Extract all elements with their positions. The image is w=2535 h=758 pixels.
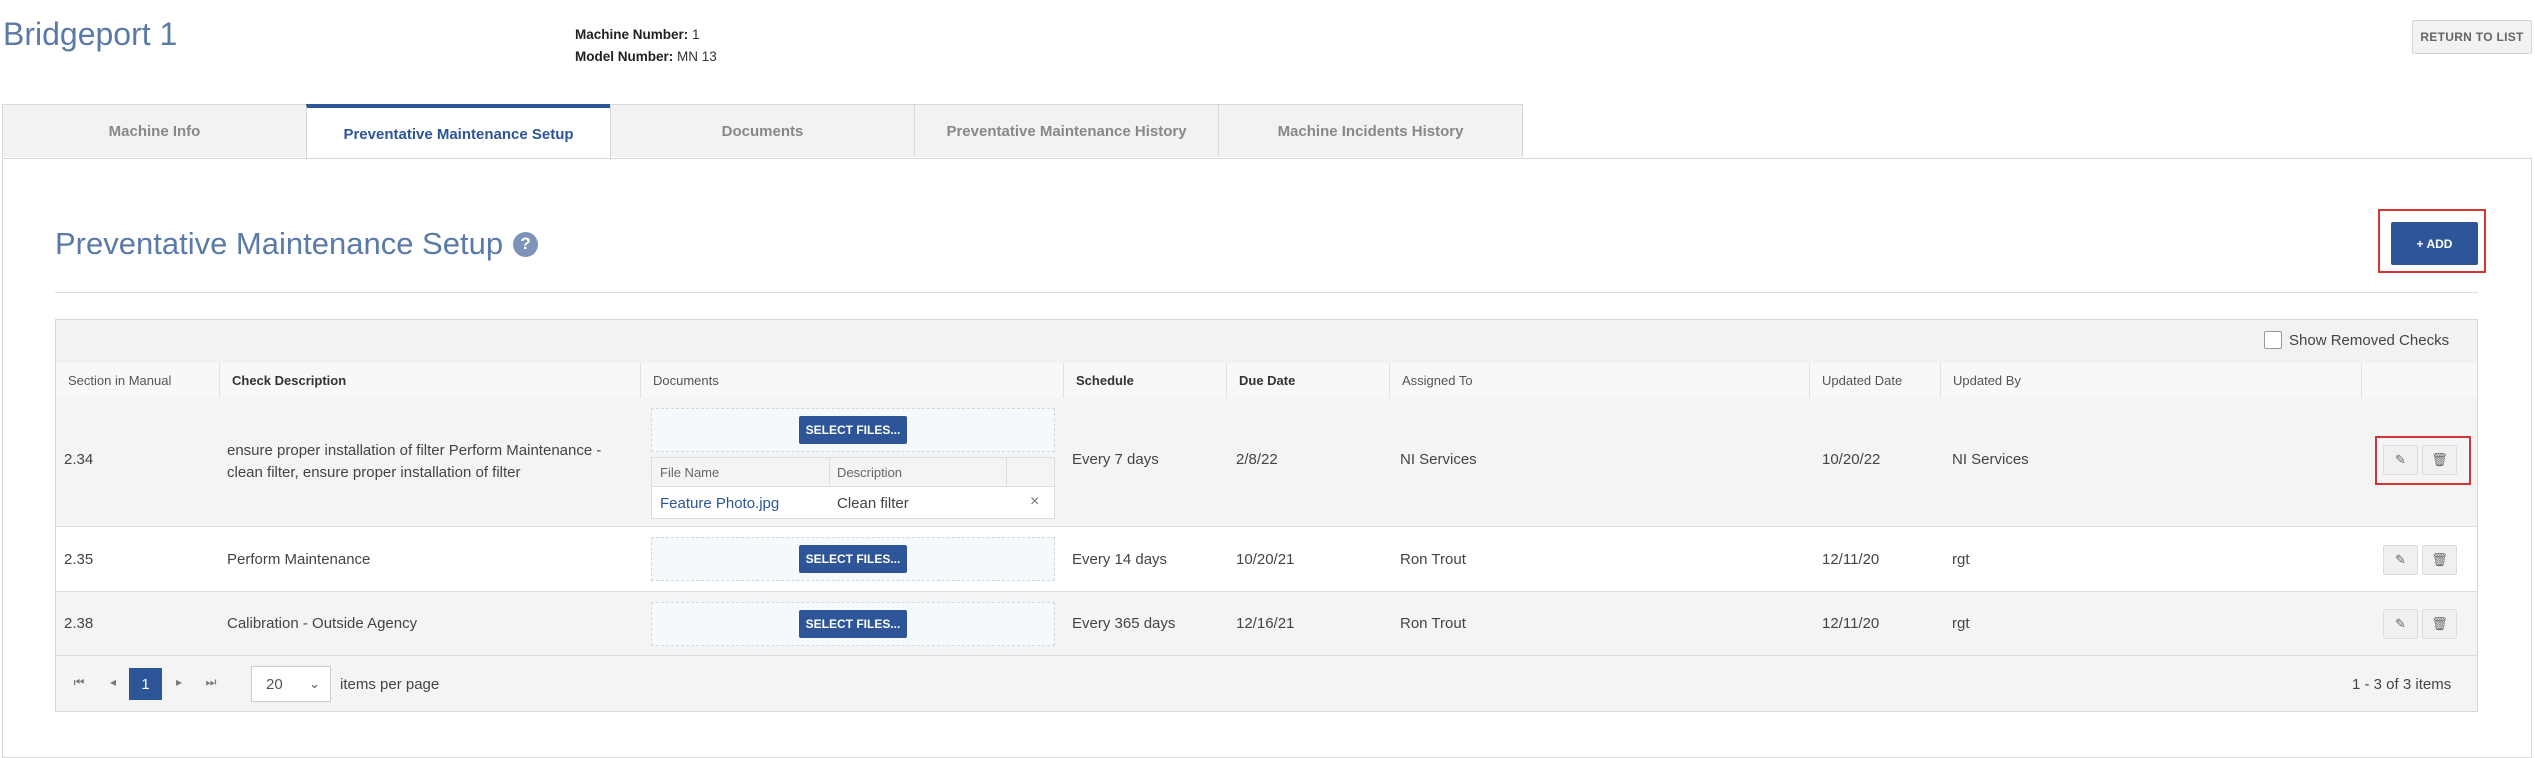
row-actions: ✎ 🗑 <box>2383 445 2457 475</box>
select-files-button[interactable]: SELECT FILES... <box>799 416 907 444</box>
show-removed-toggle[interactable]: Show Removed Checks <box>2264 331 2449 349</box>
page-size-select[interactable]: 20 ⌄ <box>251 666 331 702</box>
select-files-button[interactable]: SELECT FILES... <box>799 610 907 638</box>
tab-machine-info[interactable]: Machine Info <box>2 104 307 157</box>
col-updated-by[interactable]: Updated By <box>1940 363 2361 398</box>
page-title: Bridgeport 1 <box>3 16 178 52</box>
show-removed-checkbox[interactable] <box>2264 331 2282 349</box>
row-schedule: Every 7 days <box>1072 451 1159 468</box>
row-assigned-to: NI Services <box>1400 451 1477 468</box>
last-page-icon[interactable]: ⏭ <box>198 667 224 697</box>
row-updated-by: rgt <box>1952 551 1970 568</box>
machine-number: 1 <box>692 27 700 42</box>
col-section[interactable]: Section in Manual <box>56 363 219 398</box>
file-desc-header: Description <box>837 465 903 480</box>
row-schedule: Every 14 days <box>1072 551 1168 568</box>
row-section: 2.34 <box>64 451 94 468</box>
remove-file-icon[interactable]: × <box>1030 493 1039 511</box>
row-assigned-to: Ron Trout <box>1400 551 1466 568</box>
model-number: MN 13 <box>677 49 717 64</box>
tab-bar: Machine Info Preventative Maintenance Se… <box>2 104 1523 160</box>
items-per-page-label: items per page <box>340 676 440 693</box>
pager-range: 1 - 3 of 3 items <box>2352 676 2452 693</box>
row-description: Calibration - Outside Agency <box>227 615 418 632</box>
col-actions <box>2361 363 2477 398</box>
file-name-link[interactable]: Feature Photo.jpg <box>660 495 779 512</box>
select-files-button[interactable]: SELECT FILES... <box>799 545 907 573</box>
col-documents[interactable]: Documents <box>640 363 1063 398</box>
delete-icon[interactable]: 🗑 <box>2422 445 2457 475</box>
machine-number-label: Machine Number: <box>575 27 689 42</box>
section-divider <box>55 292 2478 293</box>
next-page-icon[interactable]: ▸ <box>166 667 192 697</box>
edit-icon[interactable]: ✎ <box>2383 609 2418 639</box>
row-updated-by: rgt <box>1952 615 1970 632</box>
col-assigned-to[interactable]: Assigned To <box>1389 363 1809 398</box>
page-button-current[interactable]: 1 <box>129 668 162 700</box>
chevron-down-icon: ⌄ <box>309 676 320 691</box>
row-updated-by: NI Services <box>1952 451 2029 468</box>
page-size-value: 20 <box>266 675 283 693</box>
col-schedule[interactable]: Schedule <box>1063 363 1226 398</box>
grid-toolbar <box>56 320 2477 364</box>
tab-preventative-maintenance-history[interactable]: Preventative Maintenance History <box>914 104 1219 157</box>
row-due-date: 2/8/22 <box>1236 451 1278 468</box>
row-description: Perform Maintenance <box>227 551 371 568</box>
upload-dropzone[interactable]: SELECT FILES... <box>651 537 1055 581</box>
row-due-date: 12/16/21 <box>1236 615 1295 632</box>
row-description: ensure proper installation of filter Per… <box>227 442 602 481</box>
machine-meta: Machine Number: 1 Model Number: MN 13 <box>575 24 717 68</box>
row-assigned-to: Ron Trout <box>1400 615 1466 632</box>
first-page-icon[interactable]: ⏮ <box>66 667 92 697</box>
edit-icon[interactable]: ✎ <box>2383 545 2418 575</box>
add-button[interactable]: + ADD <box>2391 222 2478 265</box>
row-updated-date: 10/20/22 <box>1822 451 1881 468</box>
row-section: 2.38 <box>64 615 94 632</box>
delete-icon[interactable]: 🗑 <box>2422 609 2457 639</box>
tab-documents[interactable]: Documents <box>610 104 915 157</box>
file-row: Feature Photo.jpg Clean filter × <box>652 487 1054 519</box>
prev-page-icon[interactable]: ◂ <box>100 667 126 697</box>
return-to-list-button[interactable]: RETURN TO LIST <box>2412 20 2532 54</box>
section-title: Preventative Maintenance Setup ? <box>55 226 539 262</box>
upload-dropzone[interactable]: SELECT FILES... <box>651 602 1055 646</box>
row-schedule: Every 365 days <box>1072 615 1176 632</box>
tab-machine-incidents-history[interactable]: Machine Incidents History <box>1218 104 1523 157</box>
file-name-header: File Name <box>660 465 720 480</box>
row-actions: ✎ 🗑 <box>2383 609 2457 639</box>
row-updated-date: 12/11/20 <box>1822 615 1880 632</box>
section-title-text: Preventative Maintenance Setup <box>55 226 504 261</box>
col-due-date[interactable]: Due Date <box>1226 363 1389 398</box>
row-due-date: 10/20/21 <box>1236 551 1295 568</box>
attached-files-table: File Name Description Feature Photo.jpg … <box>651 457 1055 519</box>
edit-icon[interactable]: ✎ <box>2383 445 2418 475</box>
delete-icon[interactable]: 🗑 <box>2422 545 2457 575</box>
help-icon[interactable]: ? <box>513 231 539 257</box>
col-updated-date[interactable]: Updated Date <box>1809 363 1940 398</box>
row-actions: ✎ 🗑 <box>2383 545 2457 575</box>
row-updated-date: 12/11/20 <box>1822 551 1880 568</box>
tab-preventative-maintenance-setup[interactable]: Preventative Maintenance Setup <box>306 104 611 160</box>
model-number-label: Model Number: <box>575 49 674 64</box>
show-removed-label: Show Removed Checks <box>2289 331 2450 349</box>
col-description[interactable]: Check Description <box>219 363 640 398</box>
row-section: 2.35 <box>64 551 94 568</box>
file-description: Clean filter <box>837 495 909 512</box>
upload-dropzone[interactable]: SELECT FILES... <box>651 408 1055 452</box>
